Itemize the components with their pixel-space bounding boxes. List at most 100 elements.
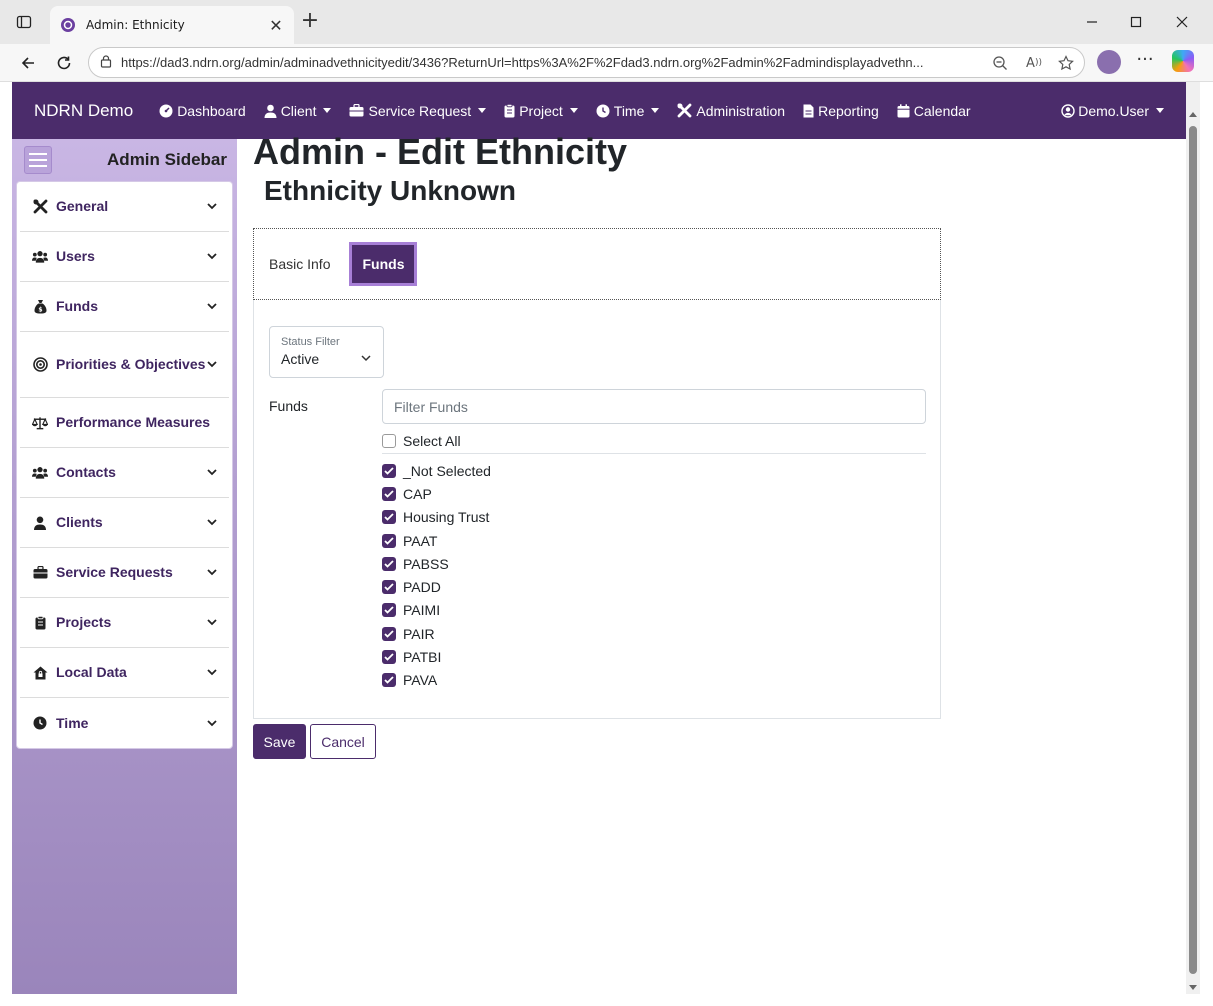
checkbox-checked[interactable]	[382, 650, 396, 665]
funds-panel: Status Filter Active Funds Select All _N…	[253, 300, 941, 719]
sidebar-item-time[interactable]: Time	[20, 698, 229, 748]
chevron-down-icon	[651, 108, 660, 113]
checkbox-unchecked[interactable]	[382, 434, 396, 448]
profile-avatar[interactable]	[1097, 50, 1121, 74]
user-circle-icon	[1061, 103, 1075, 118]
checkbox-checked[interactable]	[382, 673, 396, 688]
fund-checkbox-item[interactable]: PAIMI	[382, 599, 491, 622]
fund-checkbox-item[interactable]: CAP	[382, 482, 491, 505]
sidebar-item-label: Funds	[56, 298, 98, 314]
user-menu-label: Demo.User	[1078, 102, 1149, 119]
nav-calendar[interactable]: Calendar	[897, 103, 971, 119]
fund-label: Housing Trust	[403, 509, 490, 526]
minimize-icon[interactable]	[1082, 12, 1102, 32]
tab-funds[interactable]: Funds	[349, 242, 418, 286]
back-arrow-icon[interactable]	[16, 51, 40, 75]
filter-funds-input[interactable]	[382, 389, 926, 424]
copilot-icon[interactable]	[1172, 50, 1194, 72]
favorite-star-icon[interactable]	[1057, 54, 1075, 72]
refresh-icon[interactable]	[52, 51, 76, 75]
chevron-down-icon	[569, 108, 578, 113]
nav-reporting-label: Reporting	[818, 102, 879, 119]
more-options-icon[interactable]: ···	[1135, 50, 1155, 74]
tab-close-icon[interactable]: ✕	[268, 16, 284, 35]
checkbox-checked[interactable]	[382, 486, 396, 501]
save-button[interactable]: Save	[253, 724, 306, 759]
scroll-down-arrow-icon[interactable]	[1189, 985, 1197, 990]
checkbox-checked[interactable]	[382, 603, 396, 618]
fund-checkbox-item[interactable]: PATBI	[382, 645, 491, 668]
select-all-label: Select All	[403, 433, 461, 449]
checkbox-checked[interactable]	[382, 463, 396, 478]
vertical-scrollbar[interactable]	[1186, 82, 1200, 994]
dashboard-icon	[159, 104, 173, 118]
calendar-icon	[897, 103, 910, 118]
cancel-button[interactable]: Cancel	[310, 724, 376, 759]
chevron-down-icon	[361, 347, 371, 366]
divider	[382, 453, 926, 454]
fund-checkbox-item[interactable]: PAIR	[382, 622, 491, 645]
address-bar[interactable]: https://dad3.ndrn.org/admin/adminadvethn…	[88, 47, 1085, 78]
read-aloud-icon[interactable]: A))	[1025, 54, 1043, 72]
sidebar-item-service-requests[interactable]: Service Requests	[20, 548, 229, 598]
hamburger-menu-icon[interactable]	[24, 146, 52, 174]
brand-link[interactable]: NDRN Demo	[34, 101, 133, 121]
scroll-up-arrow-icon[interactable]	[1189, 112, 1197, 117]
select-all-checkbox[interactable]: Select All	[382, 431, 461, 451]
sidebar-item-label: Contacts	[56, 464, 116, 480]
maximize-icon[interactable]	[1126, 12, 1146, 32]
tab-basic-info[interactable]: Basic Info	[269, 256, 330, 272]
admin-sidebar: Admin Sidebar General Users $ Funds Prio…	[12, 139, 237, 994]
page-viewport: NDRN Demo Dashboard Client Service Reque…	[12, 82, 1186, 994]
new-tab-button[interactable]: +	[300, 10, 320, 32]
status-filter-label: Status Filter	[281, 336, 340, 348]
nav-project[interactable]: Project	[504, 103, 578, 119]
sidebar-item-label: Performance Measures	[56, 414, 211, 430]
sidebar-item-performance-measures[interactable]: Performance Measures	[20, 398, 229, 448]
sidebar-item-funds[interactable]: $ Funds	[20, 282, 229, 332]
checkbox-checked[interactable]	[382, 510, 396, 525]
chevron-down-icon	[323, 108, 332, 113]
checkbox-checked[interactable]	[382, 533, 396, 548]
nav-service-request[interactable]: Service Request	[349, 103, 487, 119]
checkbox-checked[interactable]	[382, 626, 396, 641]
sidebar-item-general[interactable]: General	[20, 182, 229, 232]
sidebar-item-clients[interactable]: Clients	[20, 498, 229, 548]
fund-checkbox-item[interactable]: _Not Selected	[382, 459, 491, 482]
fund-checkbox-item[interactable]: Housing Trust	[382, 506, 491, 529]
sidebar-item-contacts[interactable]: Contacts	[20, 448, 229, 498]
clipboard-icon	[32, 615, 48, 631]
scroll-thumb[interactable]	[1189, 126, 1197, 974]
nav-reporting[interactable]: Reporting	[803, 103, 879, 119]
nav-project-label: Project	[519, 102, 563, 119]
lock-icon[interactable]	[99, 53, 113, 72]
sidebar-item-priorities-objectives[interactable]: Priorities & Objectives	[20, 332, 229, 398]
sidebar-item-projects[interactable]: Projects	[20, 598, 229, 648]
nav-client[interactable]: Client	[264, 103, 332, 119]
browser-tab[interactable]: Admin: Ethnicity ✕	[50, 6, 294, 44]
status-filter-select[interactable]: Status Filter Active	[269, 326, 384, 378]
fund-label: PADD	[403, 579, 441, 596]
tab-title: Admin: Ethnicity	[86, 18, 185, 32]
fund-checkbox-item[interactable]: PADD	[382, 575, 491, 598]
checkbox-checked[interactable]	[382, 580, 396, 595]
sidebar-item-users[interactable]: Users	[20, 232, 229, 282]
window-close-icon[interactable]	[1172, 12, 1192, 32]
fund-label: PAAT	[403, 532, 438, 549]
fund-checkbox-item[interactable]: PAAT	[382, 529, 491, 552]
checkbox-checked[interactable]	[382, 556, 396, 571]
chevron-down-icon	[207, 468, 217, 478]
file-icon	[803, 104, 814, 118]
user-menu[interactable]: Demo.User	[1061, 82, 1164, 139]
nav-administration[interactable]: Administration	[677, 103, 785, 119]
chevron-down-icon	[207, 202, 217, 212]
nav-dashboard[interactable]: Dashboard	[159, 103, 246, 119]
zoom-icon[interactable]	[991, 54, 1009, 72]
fund-checkbox-item[interactable]: PAVA	[382, 669, 491, 692]
nav-dashboard-label: Dashboard	[177, 102, 246, 119]
fund-checkbox-item[interactable]: PABSS	[382, 552, 491, 575]
nav-time[interactable]: Time	[596, 103, 660, 119]
page-subtitle: Ethnicity Unknown	[264, 175, 516, 206]
tab-actions-icon[interactable]	[14, 12, 34, 32]
sidebar-item-local-data[interactable]: Local Data	[20, 648, 229, 698]
